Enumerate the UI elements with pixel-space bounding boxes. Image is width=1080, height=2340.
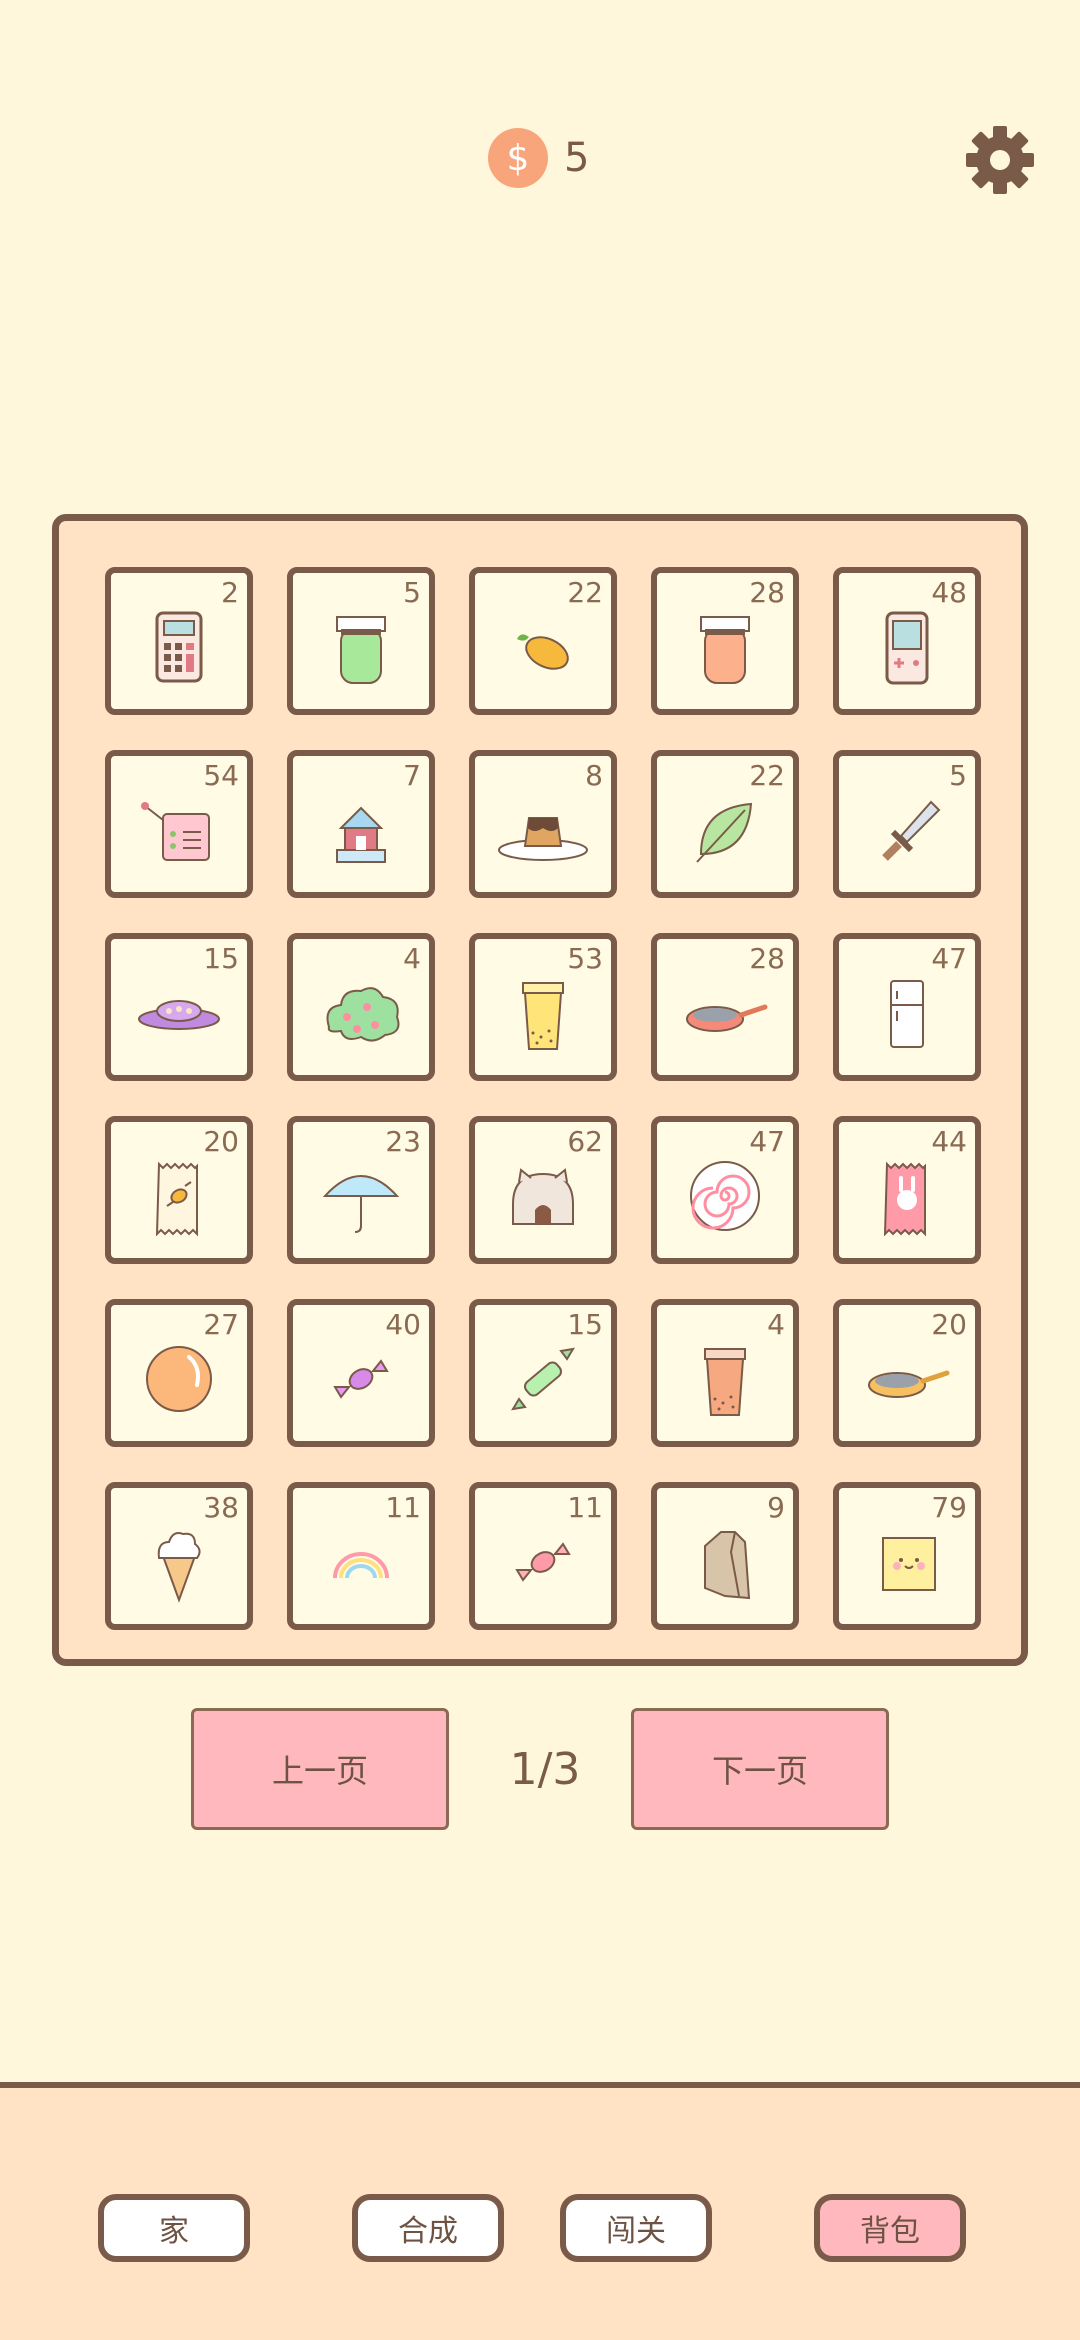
nav-home-button[interactable]: 家 <box>98 2194 250 2262</box>
inventory-slot-berry-bush[interactable]: 4 <box>287 933 435 1081</box>
green-jam-jar-icon <box>336 616 386 684</box>
game-console-icon <box>885 611 929 685</box>
inventory-slot-fish-cake[interactable]: 47 <box>651 1116 799 1264</box>
inventory-slot-coffee-bag[interactable]: 9 <box>651 1482 799 1630</box>
inventory-slot-candy-bag[interactable]: 20 <box>105 1116 253 1264</box>
pink-candy-icon <box>515 1542 571 1582</box>
leaf-icon <box>696 802 753 863</box>
nav-merge-button[interactable]: 合成 <box>352 2194 504 2262</box>
bunny-bag-icon <box>883 1161 926 1237</box>
svg-text:$: $ <box>507 138 530 179</box>
inventory-slot-leaf[interactable]: 22 <box>651 750 799 898</box>
inventory-slot-bubble-tea[interactable]: 53 <box>469 933 617 1081</box>
bush-icon <box>326 987 400 1042</box>
inventory-slot-pink-candy[interactable]: 11 <box>469 1482 617 1630</box>
currency-display: $ 5 <box>488 128 589 188</box>
inventory-slot-calculator[interactable]: 2 <box>105 567 253 715</box>
bubble-tea-icon <box>522 982 564 1050</box>
pan-icon <box>868 1370 950 1398</box>
cat-house-icon <box>512 1168 574 1225</box>
inventory-slot-pudding[interactable]: 8 <box>469 750 617 898</box>
inventory-panel: 2 5 22 28 48 54 7 8 22 5 15 4 53 28 47 2… <box>52 514 1028 1666</box>
orange-jam-jar-icon <box>700 616 750 684</box>
inventory-slot-small-house[interactable]: 7 <box>287 750 435 898</box>
inventory-slot-fridge[interactable]: 47 <box>833 933 981 1081</box>
umbrella-icon <box>322 1175 400 1233</box>
inventory-slot-milk-tea[interactable]: 4 <box>651 1299 799 1447</box>
calculator-icon <box>155 611 203 683</box>
inventory-slot-mango[interactable]: 22 <box>469 567 617 715</box>
inventory-slot-bunny-snack-bag[interactable]: 44 <box>833 1116 981 1264</box>
milk-tea-icon <box>704 1348 746 1416</box>
prev-page-button[interactable]: 上一页 <box>191 1708 449 1830</box>
page-indicator: 1/3 <box>509 1743 581 1795</box>
gear-icon[interactable] <box>964 124 1036 196</box>
inventory-slot-butter-block[interactable]: 79 <box>833 1482 981 1630</box>
top-bar: $ 5 <box>0 126 1080 194</box>
mango-icon <box>517 634 569 670</box>
orange-ball-icon <box>146 1346 212 1412</box>
inventory-slot-handheld-game-console[interactable]: 48 <box>833 567 981 715</box>
inventory-slot-orange-jam-jar[interactable]: 28 <box>651 567 799 715</box>
inventory-slot-pan[interactable]: 20 <box>833 1299 981 1447</box>
nav-levels-button[interactable]: 闯关 <box>560 2194 712 2262</box>
dollar-coin-icon: $ <box>488 128 548 188</box>
inventory-slot-frying-pan[interactable]: 28 <box>651 933 799 1081</box>
inventory-slot-sword[interactable]: 5 <box>833 750 981 898</box>
inventory-slot-purple-candy[interactable]: 40 <box>287 1299 435 1447</box>
inventory-slot-green-candy[interactable]: 15 <box>469 1299 617 1447</box>
sword-icon <box>882 800 941 861</box>
house-icon <box>336 806 386 863</box>
ufo-icon <box>138 1000 220 1030</box>
inventory-slot-umbrella[interactable]: 23 <box>287 1116 435 1264</box>
next-page-button[interactable]: 下一页 <box>631 1708 889 1830</box>
inventory-slot-rainbow[interactable]: 11 <box>287 1482 435 1630</box>
green-candy-icon <box>511 1347 575 1411</box>
rainbow-icon <box>333 1552 389 1579</box>
radio-icon <box>141 802 210 861</box>
frying-pan-icon <box>686 1004 768 1032</box>
nav-bag-button[interactable]: 背包 <box>814 2194 966 2262</box>
inventory-slot-ice-cream-cone[interactable]: 38 <box>105 1482 253 1630</box>
purple-candy-icon <box>333 1359 389 1399</box>
inventory-slot-green-jam-jar[interactable]: 5 <box>287 567 435 715</box>
candy-bag-icon <box>155 1161 198 1237</box>
inventory-slot-orange-ball[interactable]: 27 <box>105 1299 253 1447</box>
fridge-icon <box>890 980 924 1048</box>
fish-cake-icon <box>690 1161 760 1231</box>
bottom-nav: 家 合成 闯关 背包 <box>0 2082 1080 2340</box>
pager: 上一页 1/3 下一页 <box>0 1708 1080 1830</box>
coffee-bag-icon <box>704 1531 751 1600</box>
coin-amount: 5 <box>564 135 590 181</box>
inventory-slot-cat-house[interactable]: 62 <box>469 1116 617 1264</box>
ice-cream-icon <box>157 1532 201 1603</box>
inventory-slot-pink-radio[interactable]: 54 <box>105 750 253 898</box>
pudding-icon <box>498 817 588 861</box>
inventory-slot-ufo[interactable]: 15 <box>105 933 253 1081</box>
butter-block-icon <box>882 1537 936 1591</box>
